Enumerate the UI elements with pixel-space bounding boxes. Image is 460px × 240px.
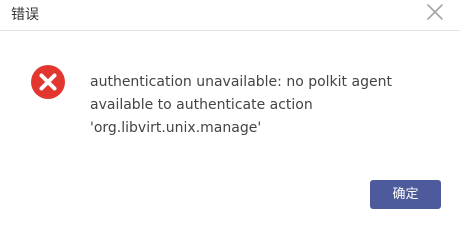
close-icon [427,4,443,20]
ok-button[interactable]: 确定 [370,180,441,209]
close-button[interactable] [422,1,448,27]
error-dialog: 错误 authentication unavailable: no polkit… [0,0,460,219]
error-icon [30,64,66,100]
error-message-line: authentication unavailable: no polkit ag… [90,74,392,90]
error-message-line: available to authenticate action [90,97,313,113]
error-message-line: 'org.libvirt.unix.manage' [90,120,262,136]
error-message: authentication unavailable: no polkit ag… [90,71,430,140]
dialog-title: 错误 [11,7,39,23]
dialog-titlebar: 错误 [0,0,460,31]
